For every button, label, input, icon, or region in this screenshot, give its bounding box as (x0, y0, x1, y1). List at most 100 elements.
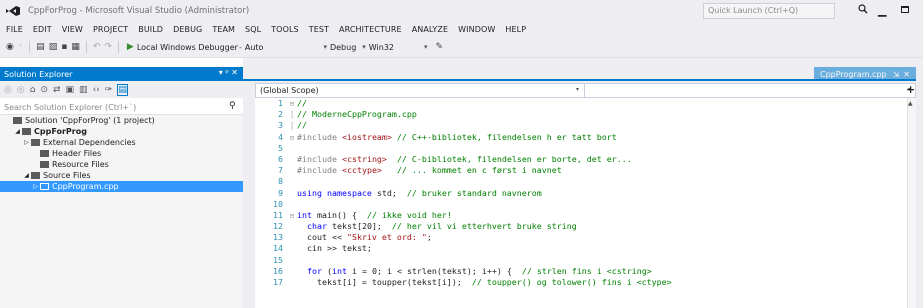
menu-debug[interactable]: DEBUG (173, 25, 202, 34)
collapse-all-icon[interactable]: ▣ (66, 85, 75, 95)
menu-project[interactable]: PROJECT (93, 25, 128, 34)
menu-architecture[interactable]: ARCHITECTURE (339, 25, 402, 34)
redo-icon[interactable]: ↷ (104, 42, 112, 52)
menu-test[interactable]: TEST (309, 25, 329, 34)
side-tool-tabs[interactable] (916, 58, 923, 308)
code-line[interactable]: 14 cin >> tekst; (255, 243, 907, 254)
line-number: 1 (278, 98, 283, 108)
code-line[interactable]: 12 char tekst[20]; // her vil vi etterhv… (255, 221, 907, 232)
cpp-file-icon (40, 183, 49, 190)
save-all-icon[interactable]: ▦ (71, 42, 80, 52)
menu-edit[interactable]: EDIT (33, 25, 52, 34)
code-text: // ModerneCppProgram.cpp (297, 109, 417, 120)
quick-launch-input[interactable]: Quick Launch (Ctrl+Q) (703, 3, 835, 19)
code-line[interactable]: 16 for (int i = 0; i < strlen(tekst); i+… (255, 266, 907, 277)
panel-window-buttons[interactable]: ▾ ᵖ ✕ (219, 68, 238, 77)
chevron-down-icon[interactable]: ▾ (323, 43, 327, 51)
line-number: 12 (273, 221, 283, 232)
vertical-scrollbar[interactable] (907, 98, 916, 308)
tree-item[interactable]: ◢ CppForProg (0, 126, 243, 137)
maximize-button[interactable] (901, 6, 909, 13)
forward-icon[interactable]: ◦ (18, 42, 23, 52)
find-in-files-icon[interactable]: ✎ (436, 42, 444, 52)
debugger-mode[interactable]: Auto (245, 43, 264, 52)
expand-icon[interactable]: ▷ (22, 139, 31, 146)
tree-item[interactable]: ▷ CppProgram.cpp (0, 181, 243, 192)
back-icon[interactable]: ◉ (6, 42, 14, 52)
search-icon[interactable] (858, 4, 868, 17)
standard-toolbar: ◉ ◦ ▤ ▨ ▪ ▦ ↶ ↷ ▶ Local Windows Debugger… (0, 37, 923, 58)
solution-platform-select[interactable]: Win32 (369, 43, 394, 52)
menu-build[interactable]: BUILD (138, 25, 163, 34)
chevron-down-icon[interactable]: ▾ (576, 86, 579, 93)
show-all-files-icon[interactable]: ▥ (79, 85, 88, 95)
code-text: #include <cctype> // ... kommet en c før… (297, 165, 562, 176)
project-icon (22, 128, 31, 135)
line-number: 9 (278, 187, 283, 198)
tree-item[interactable]: Solution 'CppForProg' (1 project) (0, 115, 243, 126)
tree-item[interactable]: Header Files (0, 148, 243, 159)
history-icon[interactable]: ⊙ (40, 85, 48, 95)
code-view-icon[interactable]: ‹› (93, 85, 100, 95)
code-text: #include <cstring> // C-bibliotek, filen… (297, 153, 632, 164)
open-file-icon[interactable]: ▨ (49, 42, 58, 52)
sync-icon[interactable]: ⇄ (53, 85, 61, 95)
code-line[interactable]: 3 │// (255, 120, 907, 131)
document-tab-strip: CppProgram.cpp ⇲ ✕ (243, 67, 916, 81)
tree-item[interactable]: ▷ External Dependencies (0, 137, 243, 148)
forward-icon[interactable]: ◎ (17, 85, 25, 95)
tree-item-label: CppForProg (34, 127, 87, 136)
tab-cppprogram[interactable]: CppProgram.cpp ⇲ ✕ (814, 67, 916, 81)
pin-icon[interactable]: ⇲ (893, 70, 900, 79)
line-number: 4 (278, 131, 283, 142)
start-debugging-icon[interactable]: ▶ (127, 42, 134, 52)
menu-file[interactable]: FILE (6, 25, 23, 34)
back-icon[interactable]: ◎ (4, 85, 12, 95)
undo-icon[interactable]: ↶ (93, 42, 101, 52)
expand-icon[interactable]: ▷ (31, 183, 40, 190)
new-project-icon[interactable]: ▤ (36, 42, 45, 52)
code-line[interactable]: 17 tekst[i] = toupper(tekst[i]); // toup… (255, 277, 907, 288)
menu-help[interactable]: HELP (505, 25, 526, 34)
menu-team[interactable]: TEAM (212, 25, 235, 34)
tree-item[interactable]: ◢ Source Files (0, 170, 243, 181)
code-line[interactable]: 8 (255, 176, 907, 187)
close-icon[interactable]: ✕ (903, 70, 910, 79)
code-line[interactable]: 7 #include <cctype> // ... kommet en c fø… (255, 165, 907, 176)
code-line[interactable]: 15 (255, 255, 907, 266)
collapse-icon[interactable]: ◢ (13, 128, 22, 135)
minimize-button[interactable]: ▁ (878, 4, 886, 17)
code-line[interactable]: 10 (255, 199, 907, 210)
code-line[interactable]: 1 ⊟// (255, 98, 907, 109)
solution-explorer-search-input[interactable]: Search Solution Explorer (Ctrl+`) (0, 100, 243, 115)
scope-select[interactable]: (Global Scope) (260, 86, 319, 95)
code-line[interactable]: 2 │// ModerneCppProgram.cpp (255, 109, 907, 120)
menu-analyze[interactable]: ANALYZE (412, 25, 448, 34)
menu-sql[interactable]: SQL (245, 25, 261, 34)
menu-view[interactable]: VIEW (62, 25, 83, 34)
start-debugging-button[interactable]: Local Windows Debugger (137, 43, 238, 52)
properties-icon[interactable]: ✑ (105, 85, 113, 95)
code-line[interactable]: 5 (255, 143, 907, 154)
code-line[interactable]: 13 cout << "Skriv et ord: "; (255, 232, 907, 243)
split-editor-icon[interactable]: + (906, 83, 915, 96)
home-icon[interactable]: ⌂ (30, 85, 36, 95)
menu-tools[interactable]: TOOLS (271, 25, 299, 34)
chevron-down-icon[interactable]: ▾ (362, 43, 366, 51)
code-line[interactable]: 11 ⊟ int main() { // ikke void her! (255, 210, 907, 221)
code-editor[interactable]: 1 ⊟//2 │// ModerneCppProgram.cpp 3 │//4 ⊟ #inc… (255, 98, 907, 308)
menu-window[interactable]: WINDOW (458, 25, 495, 34)
collapse-icon[interactable]: ◢ (22, 172, 31, 179)
code-line[interactable]: 4 ⊟ #include <iostream> // C++-bibliotek, … (255, 132, 907, 143)
line-number: 17 (273, 277, 283, 287)
chevron-down-icon[interactable]: ▾ (424, 43, 428, 51)
solution-configuration-select[interactable]: Debug (330, 43, 356, 52)
save-icon[interactable]: ▪ (61, 42, 67, 52)
code-text: cin >> tekst; (297, 243, 372, 254)
preview-icon[interactable]: ▤ (117, 83, 128, 96)
code-line[interactable]: 9 using namespace std; // bruker standard… (255, 188, 907, 199)
scroll-up-icon[interactable]: ▲ (908, 100, 913, 107)
line-number: 5 (278, 142, 283, 153)
code-line[interactable]: 6 #include <cstring> // C-bibliotek, file… (255, 154, 907, 165)
tree-item[interactable]: Resource Files (0, 159, 243, 170)
